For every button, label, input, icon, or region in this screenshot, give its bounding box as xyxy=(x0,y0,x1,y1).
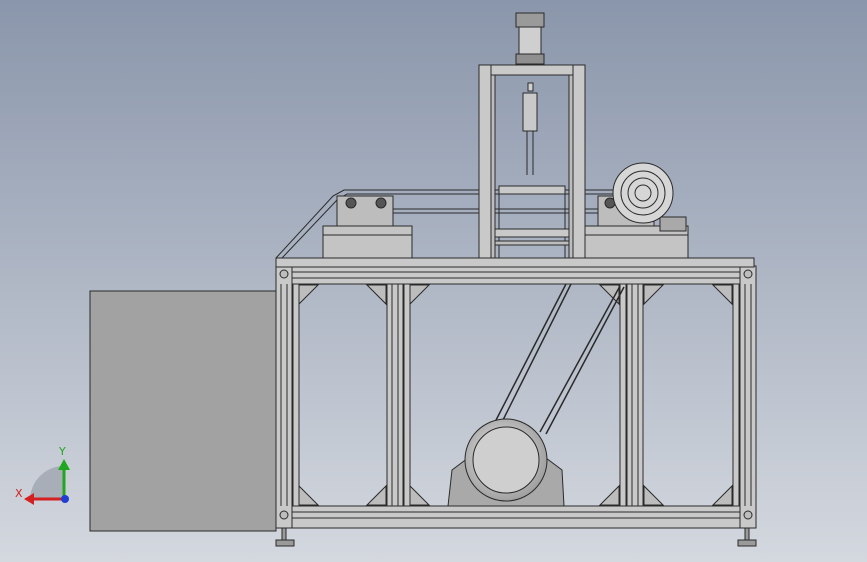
y-axis-label: Y xyxy=(58,445,66,458)
z-axis-dot xyxy=(61,495,69,503)
cad-model-view[interactable]: X Y xyxy=(0,0,867,562)
graphics-viewport[interactable]: X Y xyxy=(0,0,867,562)
table-top-plate[interactable] xyxy=(275,257,755,268)
control-cabinet[interactable] xyxy=(89,290,277,532)
x-axis-label: X xyxy=(15,487,23,500)
wire-spool[interactable] xyxy=(612,162,674,224)
